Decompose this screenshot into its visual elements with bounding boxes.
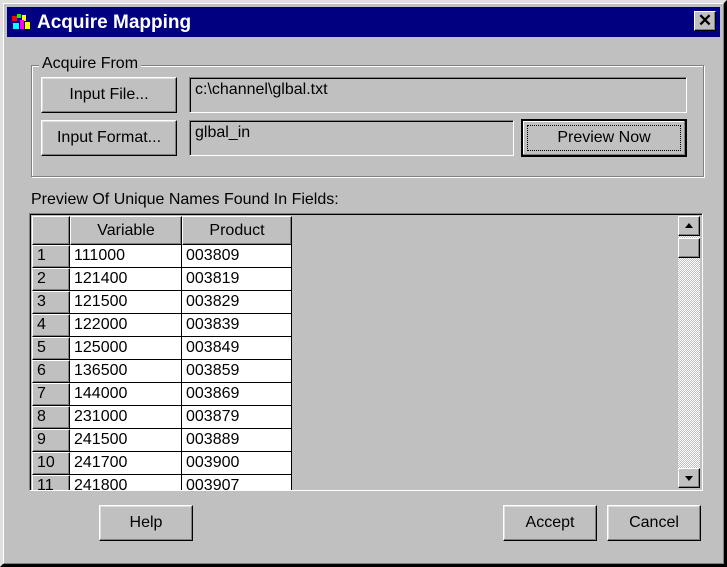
cell-product[interactable]: 003859 [182, 360, 292, 383]
row-header[interactable]: 7 [32, 383, 70, 406]
scroll-down-icon [685, 476, 693, 481]
preview-now-button[interactable]: Preview Now [521, 119, 687, 157]
row-header[interactable]: 9 [32, 429, 70, 452]
acquire-mapping-window: Acquire Mapping ✕ Acquire From Input Fil… [0, 0, 727, 567]
cell-product[interactable]: 003849 [182, 337, 292, 360]
cell-variable[interactable]: 144000 [70, 383, 182, 406]
input-format-button[interactable]: Input Format... [41, 120, 177, 156]
row-header[interactable]: 6 [32, 360, 70, 383]
cell-product[interactable]: 003829 [182, 291, 292, 314]
focus-rect [527, 125, 681, 151]
accept-button-label: Accept [525, 514, 575, 531]
cell-product[interactable]: 003879 [182, 406, 292, 429]
cell-product[interactable]: 003900 [182, 452, 292, 475]
help-button-label: Help [129, 514, 163, 531]
window-title: Acquire Mapping [37, 12, 192, 33]
scroll-thumb[interactable] [678, 238, 700, 258]
cell-variable[interactable]: 121500 [70, 291, 182, 314]
cell-variable[interactable]: 241500 [70, 429, 182, 452]
cell-product[interactable]: 003889 [182, 429, 292, 452]
scroll-up-icon [685, 223, 693, 228]
cell-product[interactable]: 003869 [182, 383, 292, 406]
close-button[interactable]: ✕ [694, 11, 716, 31]
input-file-button-label: Input File... [69, 86, 149, 103]
input-format-button-label: Input Format... [56, 129, 162, 146]
row-header[interactable]: 10 [32, 452, 70, 475]
vertical-scrollbar[interactable] [678, 216, 700, 488]
cancel-button[interactable]: Cancel [607, 505, 701, 541]
cell-product[interactable]: 003809 [182, 245, 292, 268]
preview-grid[interactable]: Variable Product 1 111000 003809 2 121400 003… [29, 213, 703, 491]
input-file-button[interactable]: Input File... [41, 77, 177, 113]
row-header[interactable]: 3 [32, 291, 70, 314]
accept-button[interactable]: Accept [503, 505, 597, 541]
row-header[interactable]: 8 [32, 406, 70, 429]
row-header[interactable]: 1 [32, 245, 70, 268]
acquire-from-label: Acquire From [39, 55, 142, 73]
cell-variable[interactable]: 111000 [70, 245, 182, 268]
preview-label: Preview Of Unique Names Found In Fields: [31, 191, 339, 208]
title-bar[interactable]: Acquire Mapping ✕ [7, 7, 720, 37]
close-icon: ✕ [697, 11, 713, 30]
cell-product[interactable]: 003819 [182, 268, 292, 291]
scroll-up-button[interactable] [678, 216, 700, 236]
cell-variable[interactable]: 121400 [70, 268, 182, 291]
cell-variable[interactable]: 122000 [70, 314, 182, 337]
cell-variable[interactable]: 136500 [70, 360, 182, 383]
cancel-button-label: Cancel [629, 514, 679, 531]
row-header[interactable]: 5 [32, 337, 70, 360]
row-header[interactable]: 4 [32, 314, 70, 337]
cell-product[interactable]: 003907 [182, 475, 292, 490]
input-file-field[interactable]: c:\channel\glbal.txt [189, 77, 687, 113]
row-header[interactable]: 11 [32, 475, 70, 490]
cell-variable[interactable]: 241800 [70, 475, 182, 490]
column-header-variable[interactable]: Variable [70, 216, 182, 245]
input-format-field[interactable]: glbal_in [189, 120, 514, 156]
scroll-down-button[interactable] [678, 468, 700, 488]
app-icon [11, 13, 31, 31]
cell-variable[interactable]: 125000 [70, 337, 182, 360]
column-header-product[interactable]: Product [182, 216, 292, 245]
cell-product[interactable]: 003839 [182, 314, 292, 337]
row-header[interactable]: 2 [32, 268, 70, 291]
help-button[interactable]: Help [99, 505, 193, 541]
cell-variable[interactable]: 231000 [70, 406, 182, 429]
grid-corner-header[interactable] [32, 216, 70, 245]
cell-variable[interactable]: 241700 [70, 452, 182, 475]
